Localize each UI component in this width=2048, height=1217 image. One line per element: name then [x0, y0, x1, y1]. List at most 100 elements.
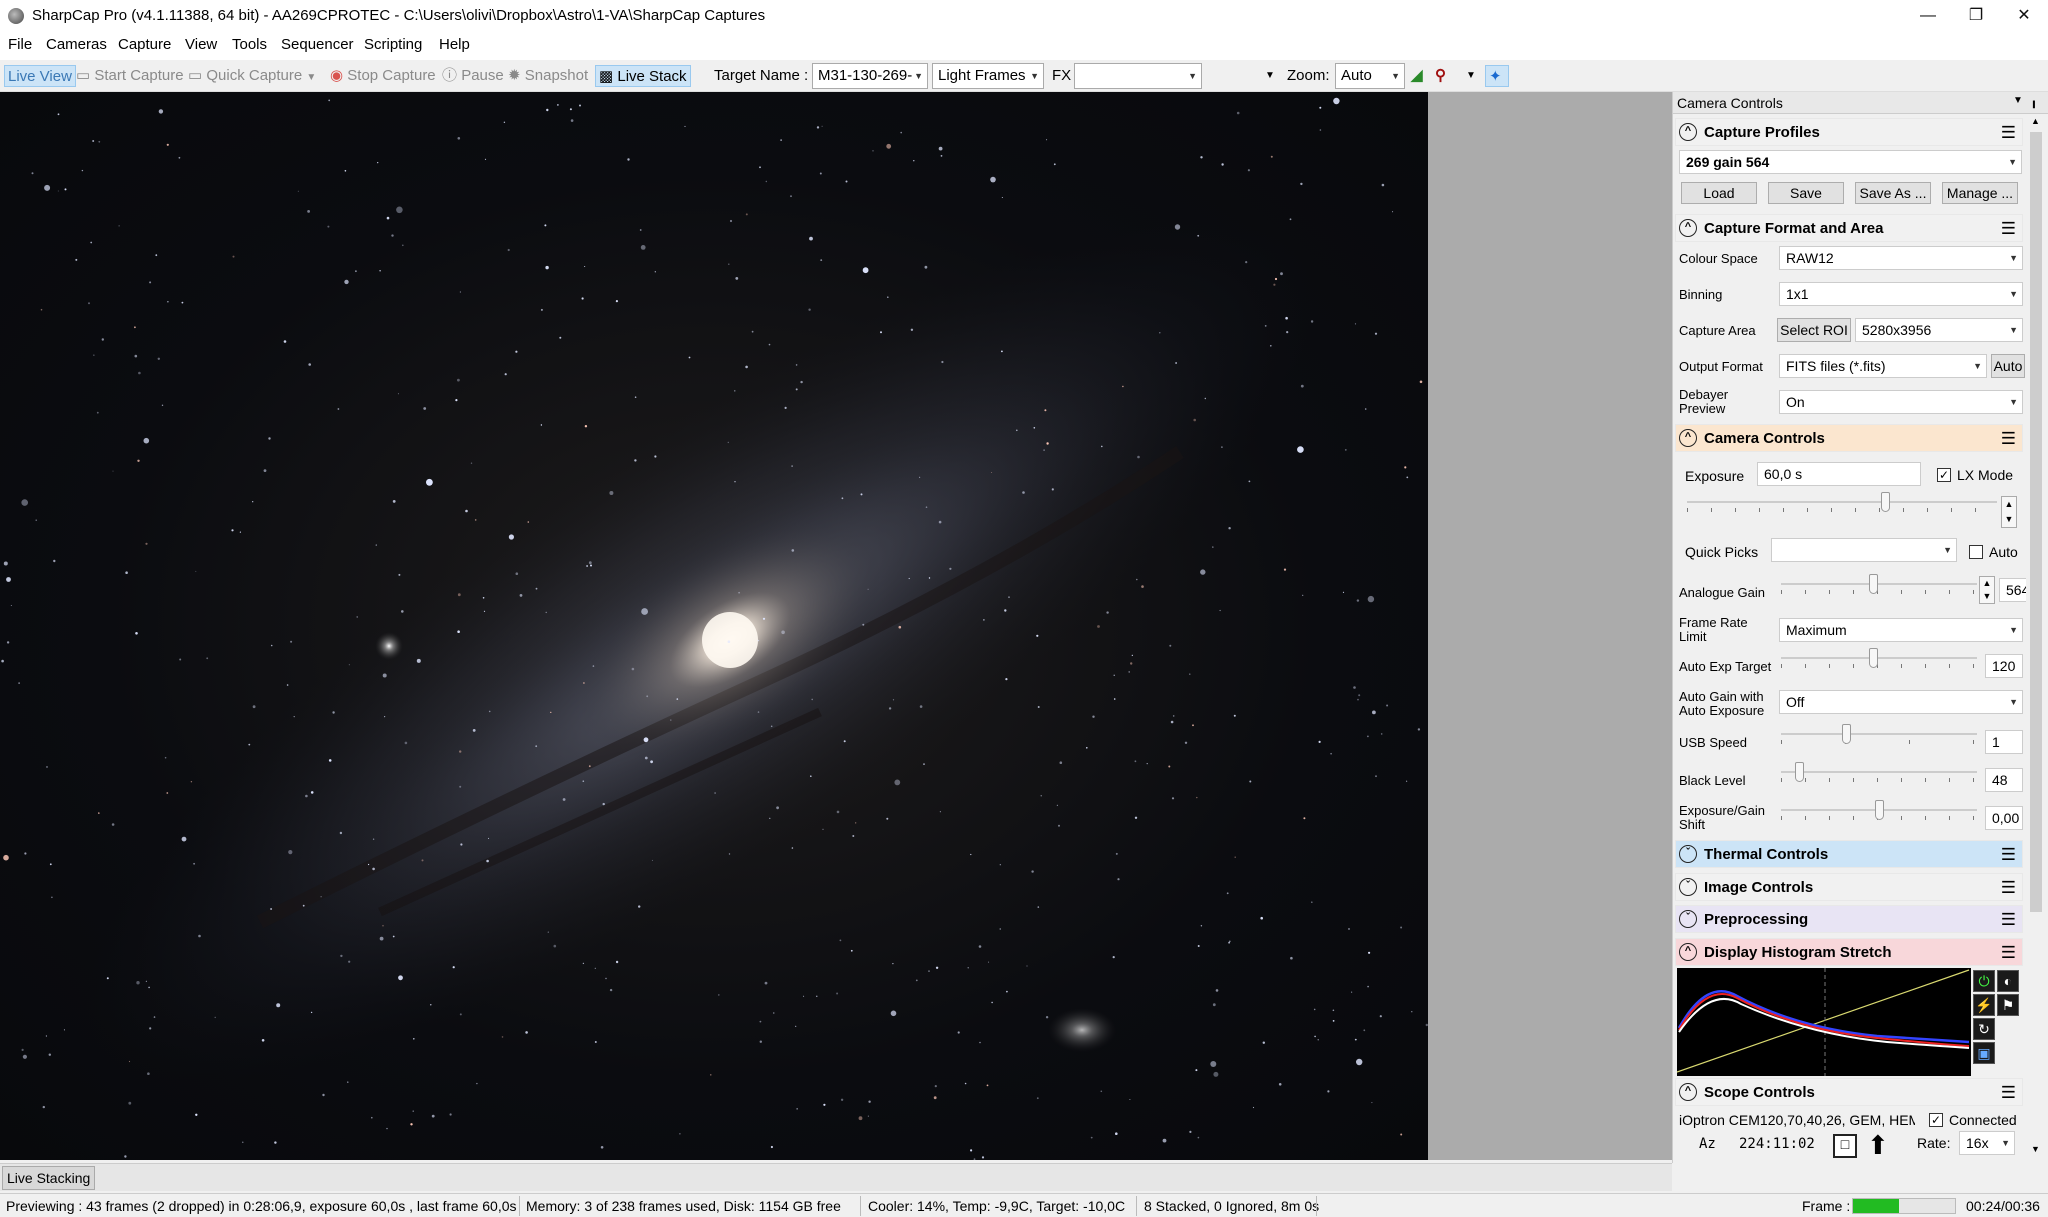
histogram-graph[interactable]: [1676, 968, 1971, 1076]
live-stacking-tab[interactable]: Live Stacking: [2, 1166, 96, 1190]
chevron-down-icon[interactable]: ▼: [1466, 65, 1476, 87]
pause-button[interactable]: ⓘ Pause: [442, 65, 504, 87]
collapse-icon[interactable]: ^: [1679, 429, 1697, 447]
chevron-down-icon[interactable]: ▼: [2031, 1144, 2040, 1154]
menu-cameras[interactable]: Cameras: [46, 36, 107, 53]
quick-picks-select[interactable]: ▼: [1771, 538, 1957, 562]
black-level-slider[interactable]: [1781, 762, 1977, 782]
chevron-up-icon[interactable]: ▲: [2031, 116, 2040, 126]
start-capture-button[interactable]: ▭ Start Capture: [76, 65, 184, 87]
capture-format-header[interactable]: ^ Capture Format and Area ☰: [1675, 214, 2023, 242]
menu-icon[interactable]: ☰: [2001, 1083, 2016, 1103]
auto-gain-select[interactable]: Off ▼: [1779, 690, 2023, 714]
scope-controls-header[interactable]: ^ Scope Controls ☰: [1675, 1078, 2023, 1106]
binning-select[interactable]: 1x1 ▼: [1779, 282, 2023, 306]
reset-icon[interactable]: ↻: [1973, 1018, 1995, 1040]
slider-thumb[interactable]: [1869, 648, 1879, 668]
slider-thumb[interactable]: [1881, 492, 1891, 512]
exposure-input[interactable]: 60,0 s: [1757, 462, 1921, 486]
restore-icon[interactable]: ❐: [1952, 0, 2000, 32]
snapshot-button[interactable]: ✹ Snapshot: [508, 65, 588, 87]
menu-icon[interactable]: ☰: [2001, 943, 2016, 963]
expand-icon[interactable]: ˇ: [1679, 845, 1697, 863]
capture-profiles-header[interactable]: ^ Capture Profiles ☰: [1675, 118, 2023, 146]
load-button[interactable]: Load: [1681, 182, 1757, 204]
chevron-down-icon[interactable]: ▼: [1265, 65, 1275, 87]
connected-checkbox[interactable]: ✓: [1929, 1113, 1943, 1127]
collapse-icon[interactable]: ^: [1679, 219, 1697, 237]
menu-icon[interactable]: ☰: [2001, 910, 2016, 930]
collapse-icon[interactable]: ^: [1679, 943, 1697, 961]
contrast-icon[interactable]: ◐: [1997, 970, 2019, 992]
menu-view[interactable]: View: [185, 36, 217, 53]
zoom-icon[interactable]: ⚲: [1435, 65, 1446, 87]
slider-thumb[interactable]: [1841, 724, 1851, 744]
profile-select[interactable]: 269 gain 564 ▼: [1679, 150, 2022, 174]
menu-sequencer[interactable]: Sequencer: [281, 36, 354, 53]
auto-format-button[interactable]: Auto: [1991, 354, 2025, 378]
exposure-slider[interactable]: [1687, 492, 1997, 512]
histogram-icon[interactable]: ◢: [1411, 65, 1423, 87]
lock-icon[interactable]: ⚑: [1997, 994, 2019, 1016]
menu-capture[interactable]: Capture: [118, 36, 171, 53]
pin-icon[interactable]: ╻: [2030, 93, 2038, 109]
menu-file[interactable]: File: [8, 36, 32, 53]
expand-icon[interactable]: ˇ: [1679, 878, 1697, 896]
minimize-icon[interactable]: —: [1904, 0, 1952, 32]
exposure-spinner[interactable]: ▲ ▼: [2001, 496, 2017, 528]
frame-type-combo[interactable]: Light Frames ▼: [932, 63, 1044, 89]
menu-icon[interactable]: ☰: [2001, 845, 2016, 865]
menu-scripting[interactable]: Scripting: [364, 36, 422, 53]
menu-icon[interactable]: ☰: [2001, 878, 2016, 898]
preprocessing-header[interactable]: ˇ Preprocessing ☰: [1675, 905, 2023, 933]
analogue-gain-input[interactable]: 564: [1999, 578, 2029, 602]
lx-mode-checkbox[interactable]: ✓: [1937, 468, 1951, 482]
histogram-header[interactable]: ^ Display Histogram Stretch ☰: [1675, 938, 2023, 966]
rate-select[interactable]: 16x ▼: [1959, 1131, 2015, 1155]
arrow-up-icon[interactable]: ⬆: [1867, 1132, 1901, 1160]
auto-exposure-checkbox[interactable]: [1969, 545, 1983, 559]
menu-help[interactable]: Help: [439, 36, 470, 53]
shift-slider[interactable]: [1781, 800, 1977, 820]
colour-space-select[interactable]: RAW12 ▼: [1779, 246, 2023, 270]
image-viewer[interactable]: [0, 92, 1428, 1160]
close-icon[interactable]: ✕: [2000, 0, 2048, 32]
camera-controls-header[interactable]: ^ Camera Controls ☰: [1675, 424, 2023, 452]
stop-capture-button[interactable]: ◉ Stop Capture: [330, 65, 436, 87]
black-level-input[interactable]: 48: [1985, 768, 2023, 792]
analogue-gain-slider[interactable]: [1781, 574, 1977, 594]
usb-speed-slider[interactable]: [1781, 724, 1977, 744]
menu-icon[interactable]: ☰: [2001, 219, 2016, 239]
slider-thumb[interactable]: [1794, 762, 1804, 782]
live-view-button[interactable]: Live View: [4, 65, 76, 87]
thermal-controls-header[interactable]: ˇ Thermal Controls ☰: [1675, 840, 2023, 868]
shift-input[interactable]: 0,00: [1985, 806, 2023, 830]
panel-scrollbar[interactable]: ▲ ▼: [2026, 114, 2046, 1160]
stop-slew-icon[interactable]: □: [1833, 1134, 1857, 1158]
polar-align-icon[interactable]: ✦: [1485, 65, 1509, 87]
capture-area-select[interactable]: 5280x3956 ▼: [1855, 318, 2023, 342]
image-controls-header[interactable]: ˇ Image Controls ☰: [1675, 873, 2023, 901]
select-roi-button[interactable]: Select ROI: [1777, 318, 1851, 342]
analogue-gain-spinner[interactable]: ▲ ▼: [1979, 576, 1995, 604]
chevron-down-icon[interactable]: ▼: [2013, 95, 2023, 106]
menu-tools[interactable]: Tools: [232, 36, 267, 53]
auto-exp-target-input[interactable]: 120: [1985, 654, 2023, 678]
lightning-icon[interactable]: ⚡: [1973, 994, 1995, 1016]
slider-thumb[interactable]: [1875, 800, 1884, 820]
manage-button[interactable]: Manage ...: [1942, 182, 2018, 204]
zoom-combo[interactable]: Auto ▼: [1335, 63, 1405, 89]
usb-speed-input[interactable]: 1: [1985, 730, 2023, 754]
menu-icon[interactable]: ☰: [2001, 123, 2016, 143]
collapse-icon[interactable]: ^: [1679, 123, 1697, 141]
power-icon[interactable]: ⏻: [1973, 970, 1995, 992]
live-stack-button[interactable]: ▩ Live Stack: [595, 65, 691, 87]
frame-rate-select[interactable]: Maximum ▼: [1779, 618, 2023, 642]
quick-capture-button[interactable]: ▭ Quick Capture ▼: [188, 65, 316, 87]
collapse-icon[interactable]: ^: [1679, 1083, 1697, 1101]
slider-thumb[interactable]: [1869, 574, 1879, 594]
fx-combo[interactable]: ▼: [1074, 63, 1202, 89]
expand-icon[interactable]: ˇ: [1679, 910, 1697, 928]
save-button[interactable]: Save: [1768, 182, 1844, 204]
save-as-button[interactable]: Save As ...: [1855, 182, 1931, 204]
